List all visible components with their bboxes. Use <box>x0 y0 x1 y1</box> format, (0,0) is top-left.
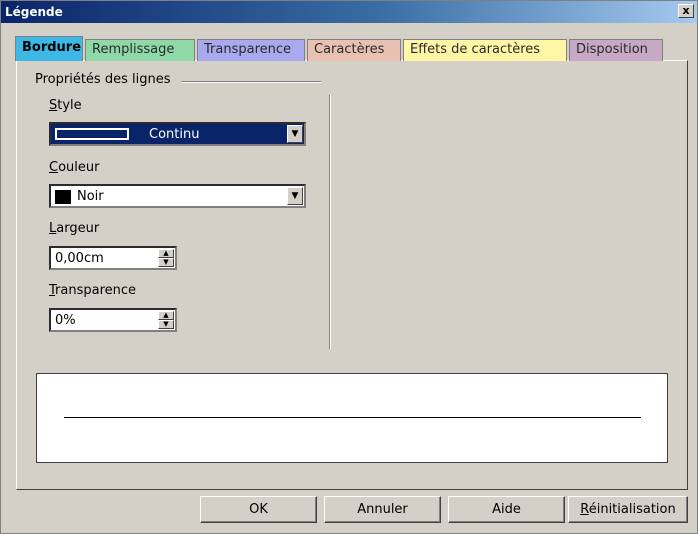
tab-bordure[interactable]: Bordure <box>15 36 83 61</box>
chevron-down-icon[interactable]: ▼ <box>287 125 303 143</box>
chevron-down-icon[interactable]: ▼ <box>287 187 303 205</box>
transparency-value[interactable]: 0% <box>55 313 76 328</box>
width-value[interactable]: 0,00cm <box>55 251 104 266</box>
transparency-spinbox[interactable]: 0% ▲ ▼ <box>49 308 177 332</box>
reset-button[interactable]: Réinitialisation <box>568 496 688 523</box>
tab-caracteres[interactable]: Caractères <box>307 39 401 61</box>
width-label: Largeur <box>49 221 100 236</box>
title-bar: Légende x <box>1 1 697 23</box>
line-style-swatch <box>55 128 129 140</box>
width-spinbox[interactable]: 0,00cm ▲ ▼ <box>49 246 177 270</box>
color-dropdown[interactable]: Noir ▼ <box>49 184 306 208</box>
help-button[interactable]: Aide <box>448 496 565 523</box>
line-properties-group-title: Propriétés des lignes <box>35 72 175 87</box>
preview-line <box>64 417 641 418</box>
close-button[interactable]: x <box>678 4 694 18</box>
group-divider <box>181 81 321 83</box>
color-value: Noir <box>77 189 104 204</box>
style-dropdown[interactable]: Continu ▼ <box>49 122 306 146</box>
ok-button[interactable]: OK <box>200 496 317 523</box>
arrow-up-icon[interactable]: ▲ <box>158 311 174 320</box>
color-label: Couleur <box>49 160 100 175</box>
arrow-down-icon[interactable]: ▼ <box>158 320 174 329</box>
tab-disposition[interactable]: Disposition <box>569 39 663 61</box>
window-title: Légende <box>5 5 63 19</box>
legend-dialog: Légende x Bordure Remplissage Transparen… <box>0 0 698 534</box>
arrow-up-icon[interactable]: ▲ <box>158 249 174 258</box>
style-label: Style <box>49 98 82 113</box>
color-swatch <box>55 190 71 204</box>
tab-transparence[interactable]: Transparence <box>197 39 305 61</box>
style-value: Continu <box>149 127 200 142</box>
vertical-separator <box>329 95 331 349</box>
tab-effets-de-caracteres[interactable]: Effets de caractères <box>403 39 567 61</box>
cancel-button[interactable]: Annuler <box>324 496 441 523</box>
transparency-label: Transparence <box>49 283 137 298</box>
arrow-down-icon[interactable]: ▼ <box>158 258 174 267</box>
line-preview <box>36 373 668 463</box>
tab-remplissage[interactable]: Remplissage <box>85 39 195 61</box>
